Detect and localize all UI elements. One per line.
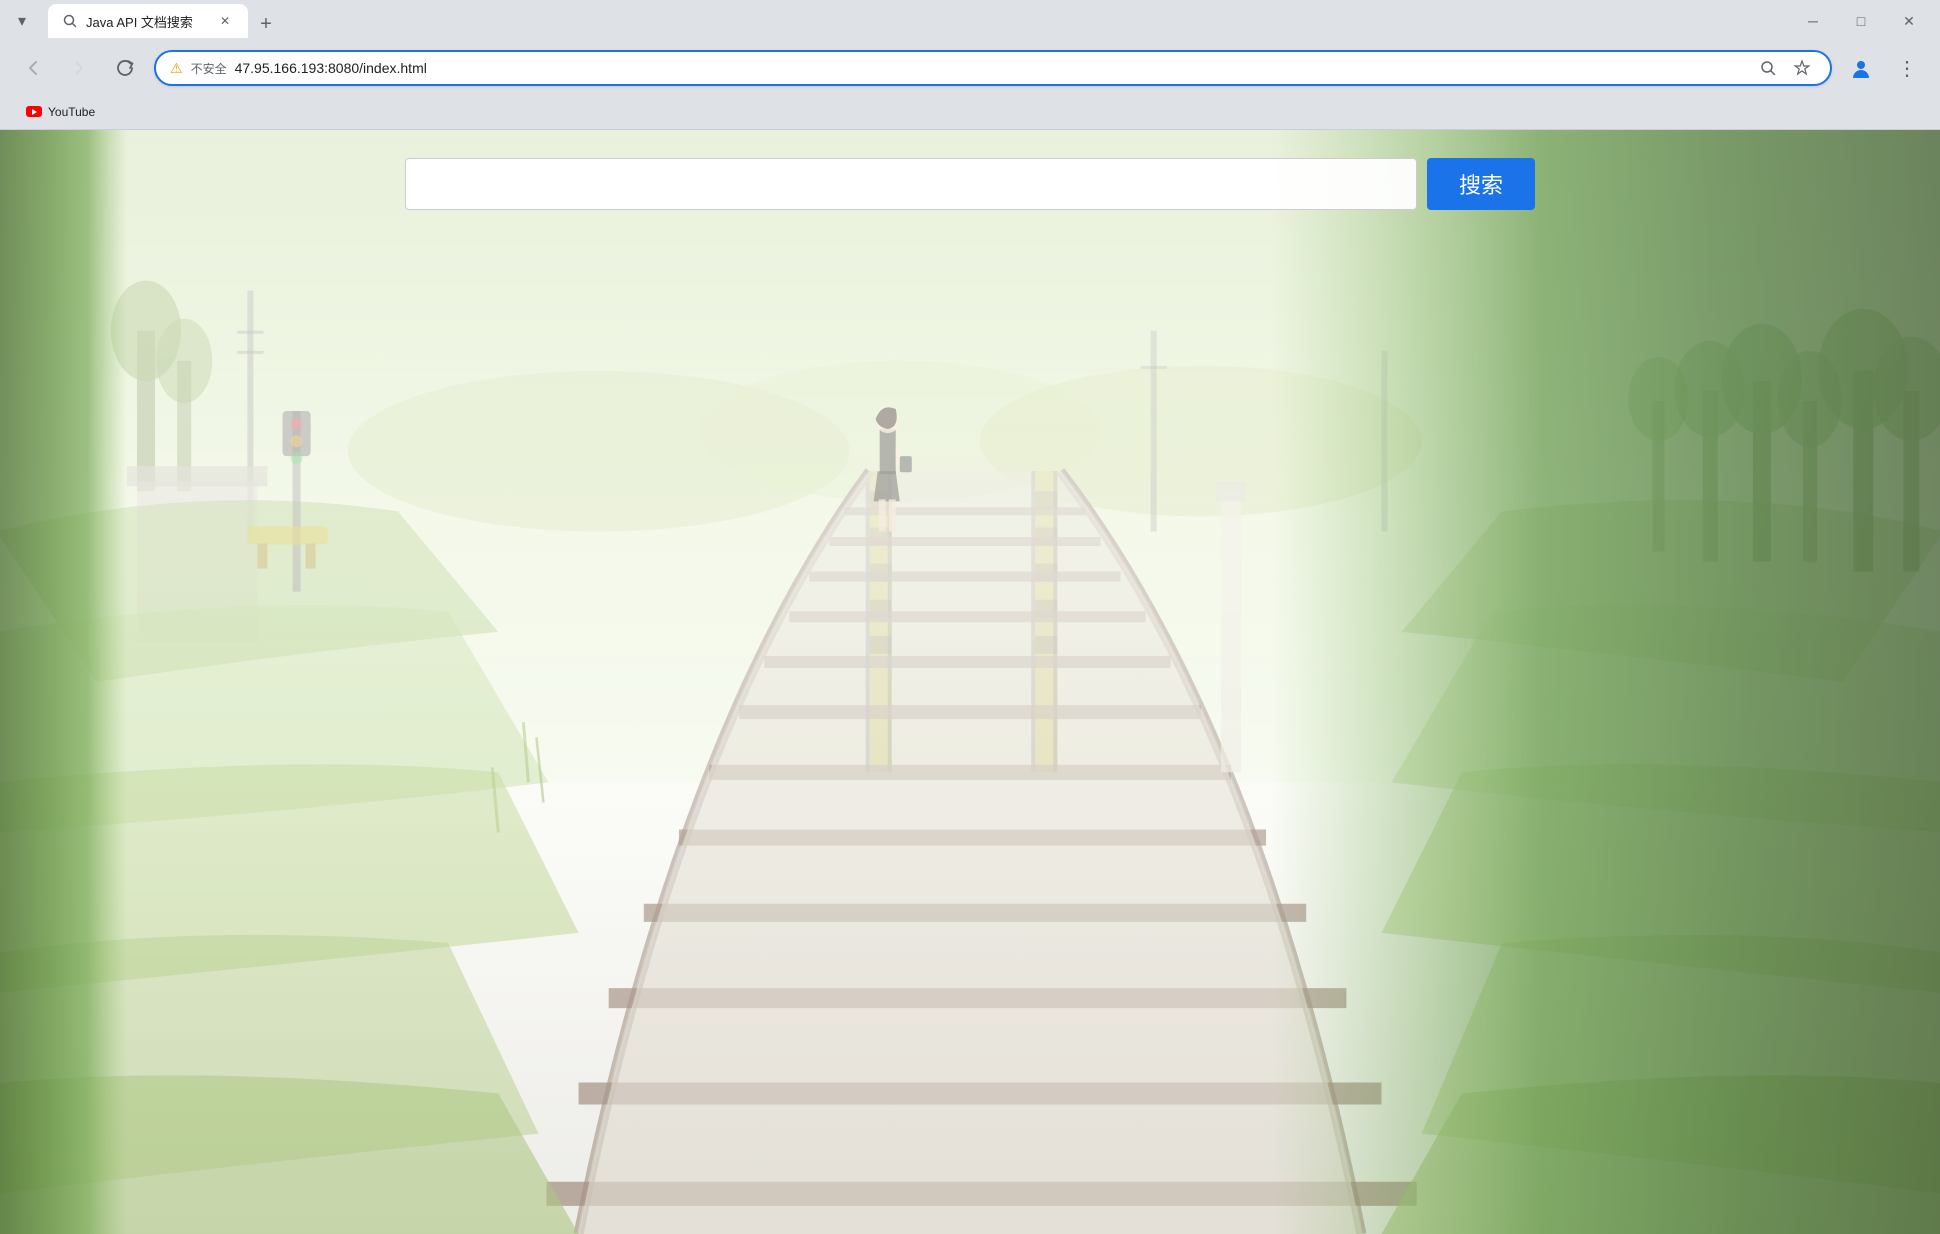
forward-button[interactable]: [62, 51, 96, 85]
back-button[interactable]: [16, 51, 50, 85]
minimize-button[interactable]: ─: [1790, 5, 1836, 37]
security-label: 不安全: [191, 60, 227, 77]
search-address-icon[interactable]: [1754, 54, 1782, 82]
search-icon: [1759, 59, 1777, 77]
address-bar: ⚠ 不安全 47.95.166.193:8080/index.html: [0, 42, 1940, 94]
address-right-icons: [1754, 54, 1816, 82]
bookmark-youtube[interactable]: YouTube: [16, 100, 105, 124]
address-bar-input-wrapper[interactable]: ⚠ 不安全 47.95.166.193:8080/index.html: [154, 50, 1832, 86]
new-tab-button[interactable]: +: [252, 10, 280, 38]
back-icon: [23, 58, 43, 78]
browser-frame: ▾ Java API 文档搜索 ✕ + ─ □ ✕: [0, 0, 1940, 1234]
search-button[interactable]: 搜索: [1427, 158, 1535, 210]
window-controls: ─ □ ✕: [1790, 5, 1932, 37]
maximize-button[interactable]: □: [1838, 5, 1884, 37]
title-bar: ▾ Java API 文档搜索 ✕ + ─ □ ✕: [0, 0, 1940, 42]
youtube-favicon: [26, 104, 42, 120]
bookmark-youtube-label: YouTube: [48, 105, 95, 119]
forward-icon: [69, 58, 89, 78]
youtube-icon: [26, 106, 42, 117]
search-container: 搜索: [405, 158, 1535, 210]
tab-close-button[interactable]: ✕: [216, 12, 234, 30]
search-input[interactable]: [405, 158, 1417, 210]
history-dropdown-button[interactable]: ▾: [8, 7, 36, 35]
profile-button[interactable]: [1844, 51, 1878, 85]
refresh-icon: [115, 58, 135, 78]
close-button[interactable]: ✕: [1886, 5, 1932, 37]
profile-icon: [1850, 57, 1872, 79]
tab-title: Java API 文档搜索: [86, 12, 208, 31]
bookmark-star-button[interactable]: [1788, 54, 1816, 82]
search-tab-icon: [62, 13, 78, 29]
chrome-menu-button[interactable]: ⋮: [1890, 51, 1924, 85]
star-icon: [1793, 59, 1811, 77]
refresh-button[interactable]: [108, 51, 142, 85]
tab-bar: Java API 文档搜索 ✕ +: [44, 4, 1782, 38]
search-overlay: 搜索: [0, 130, 1940, 1234]
security-warning-icon: ⚠: [170, 60, 183, 77]
active-tab[interactable]: Java API 文档搜索 ✕: [48, 4, 248, 38]
title-bar-left: ▾: [8, 7, 36, 35]
url-display[interactable]: 47.95.166.193:8080/index.html: [235, 60, 1746, 76]
page-content: 搜索: [0, 130, 1940, 1234]
bookmarks-bar: YouTube: [0, 94, 1940, 130]
tab-favicon: [62, 13, 78, 29]
